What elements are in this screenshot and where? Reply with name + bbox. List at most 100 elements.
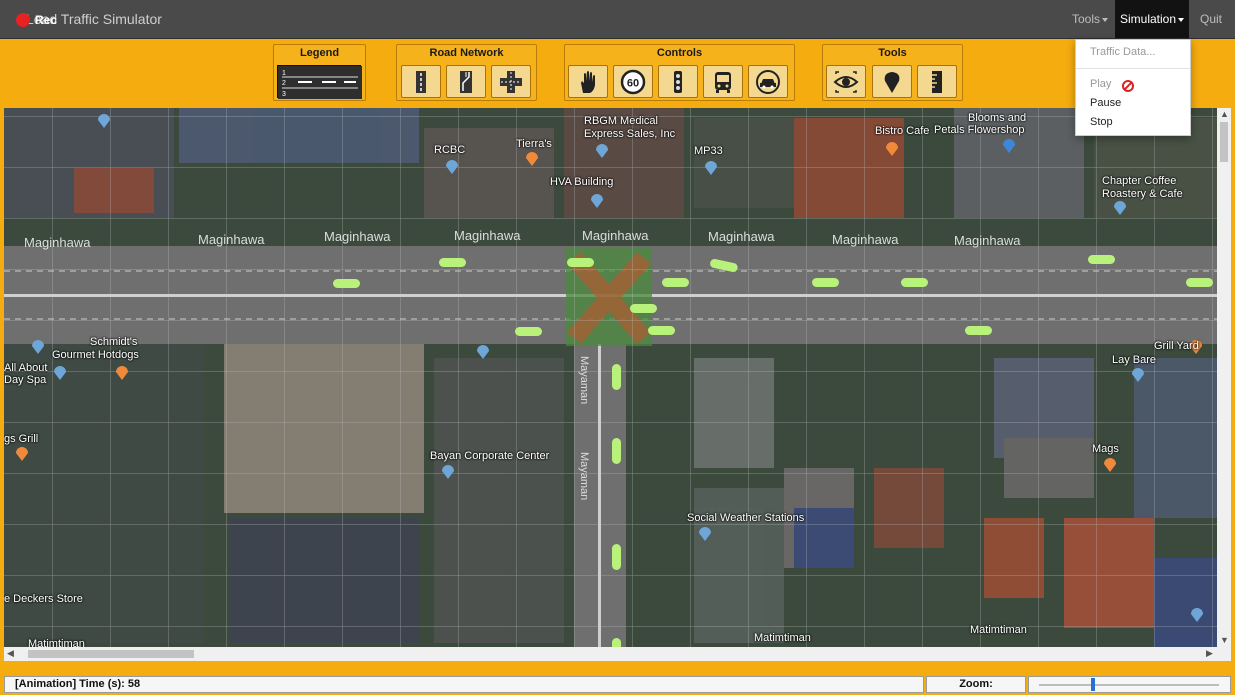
place-label: Roastery & Cafe — [1102, 188, 1183, 200]
road-label: Maginhawa — [582, 228, 649, 243]
menu-item-play[interactable]: Play — [1090, 78, 1150, 92]
place-label: Matimtiman — [970, 624, 1027, 636]
place-label: Bayan Corporate Center — [430, 450, 550, 462]
legend-group: Legend 1 2 3 — [273, 44, 366, 101]
road-network-title: Road Network — [429, 47, 504, 59]
place-label: e Deckers Store — [4, 593, 83, 605]
place-label: Blooms and — [968, 112, 1027, 124]
place-label: Grill Yard — [1154, 340, 1199, 352]
menu-tools[interactable]: Tools — [1066, 0, 1114, 38]
lane-merge-button[interactable] — [446, 65, 486, 98]
place-label: HVA Building — [550, 176, 614, 188]
place-label: Express Sales, Inc — [584, 128, 676, 140]
speed-limit-value: 60 — [627, 77, 639, 89]
ruler-icon — [932, 70, 942, 93]
record-dot-icon — [16, 13, 30, 27]
straight-road-icon — [416, 70, 426, 93]
tools-title: Tools — [878, 47, 907, 59]
place-label: MP33 — [694, 145, 723, 157]
stop-hand-icon — [581, 70, 595, 93]
horizontal-scrollbar[interactable]: ◀ ▶ — [4, 647, 1231, 661]
menu-tools-label: Tools — [1071, 12, 1100, 26]
place-label: Mags — [1092, 443, 1119, 455]
cross-road-label: Mayaman — [578, 452, 590, 501]
place-label: Schmidt's — [90, 336, 138, 348]
lane-number-1: 1 — [282, 70, 286, 77]
road-label: Maginhawa — [832, 232, 899, 247]
animation-time-status: [Animation] Time (s): 58 — [4, 676, 924, 693]
lanes-legend-icon: 1 2 3 — [278, 66, 362, 99]
map-canvas — [4, 108, 1217, 647]
car-icon — [756, 69, 780, 94]
place-label: Bistro Cafe — [875, 125, 930, 137]
road-label: Maginhawa — [454, 228, 521, 243]
controls-group: Controls 60 — [564, 44, 795, 101]
menu-simulation-label: Simulation — [1119, 12, 1177, 26]
place-label: Day Spa — [4, 374, 47, 386]
simulation-dropdown: Traffic Data... Play Pause Stop — [1075, 39, 1191, 136]
zoom-slider[interactable] — [1028, 676, 1231, 693]
place-label: Petals Flowershop — [934, 124, 1025, 136]
horizontal-scroll-thumb[interactable] — [28, 650, 194, 658]
menu-item-play-label: Play — [1090, 78, 1112, 90]
location-pin-icon — [884, 71, 900, 93]
place-label: Gourmet Hotdogs — [52, 349, 139, 361]
menu-quit[interactable]: Quit — [1194, 0, 1228, 38]
road-label: Maginhawa — [708, 229, 775, 244]
disabled-icon — [1122, 80, 1134, 92]
menu-item-stop[interactable]: Stop — [1090, 116, 1113, 128]
caret-down-icon — [1102, 17, 1108, 22]
legend-title: Legend — [299, 47, 340, 59]
stop-hand-button[interactable] — [568, 65, 608, 98]
place-label: gs Grill — [4, 433, 39, 445]
traffic-light-button[interactable] — [658, 65, 698, 98]
simulation-map[interactable]: Maginhawa Maginhawa Maginhawa Maginhawa … — [4, 108, 1217, 647]
bus-button[interactable] — [703, 65, 743, 98]
zoom-slider-track — [1039, 684, 1219, 686]
vertical-scrollbar[interactable]: ▲ ▼ — [1217, 108, 1231, 647]
road-label: Maginhawa — [198, 232, 265, 247]
menu-divider — [1076, 68, 1190, 69]
ruler-button[interactable] — [917, 65, 957, 98]
scroll-right-icon[interactable]: ▶ — [1206, 648, 1213, 659]
scroll-left-icon[interactable]: ◀ — [7, 648, 14, 659]
place-label: Social Weather Stations — [687, 512, 805, 524]
intersection-button[interactable] — [491, 65, 531, 98]
recording-indicator: Rec — [16, 13, 57, 27]
lane-number-2: 2 — [282, 80, 286, 87]
place-label: Chapter Coffee — [1102, 175, 1177, 187]
menu-item-pause[interactable]: Pause — [1090, 97, 1121, 109]
car-button[interactable] — [748, 65, 788, 98]
zoom-label: Zoom: — [926, 676, 1026, 693]
place-label: Matimtiman — [754, 632, 811, 644]
road-label: Maginhawa — [324, 229, 391, 244]
place-label: RBGM Medical — [584, 115, 658, 127]
record-label: Rec — [35, 13, 58, 27]
pin-button[interactable] — [872, 65, 912, 98]
place-label: Tierra's — [516, 138, 552, 150]
place-label: RCBC — [434, 144, 466, 156]
place-label: All About — [4, 362, 48, 374]
lane-merge-icon — [460, 70, 472, 93]
traffic-light-icon — [674, 70, 682, 93]
road-label: Maginhawa — [24, 235, 91, 250]
view-button[interactable] — [826, 65, 866, 98]
vertical-scroll-thumb[interactable] — [1220, 122, 1228, 162]
menu-simulation[interactable]: Simulation — [1115, 0, 1189, 38]
menu-item-traffic-data[interactable]: Traffic Data... — [1090, 46, 1155, 58]
road-network-group: Road Network — [396, 44, 537, 101]
intersection-icon — [500, 70, 522, 93]
place-label: Lay Bare — [1112, 354, 1157, 366]
tools-group: Tools — [822, 44, 963, 101]
legend-lanes-image[interactable]: 1 2 3 — [277, 65, 362, 99]
bus-icon — [715, 71, 731, 93]
zoom-slider-handle[interactable] — [1091, 678, 1095, 691]
straight-road-button[interactable] — [401, 65, 441, 98]
speed-limit-button[interactable]: 60 — [613, 65, 653, 98]
caret-down-icon — [1178, 17, 1185, 22]
scroll-down-icon[interactable]: ▼ — [1220, 635, 1229, 645]
scroll-up-icon[interactable]: ▲ — [1220, 109, 1229, 119]
lane-number-3: 3 — [282, 91, 286, 98]
road-label: Maginhawa — [954, 233, 1021, 248]
place-label: Matimtiman — [28, 638, 85, 647]
